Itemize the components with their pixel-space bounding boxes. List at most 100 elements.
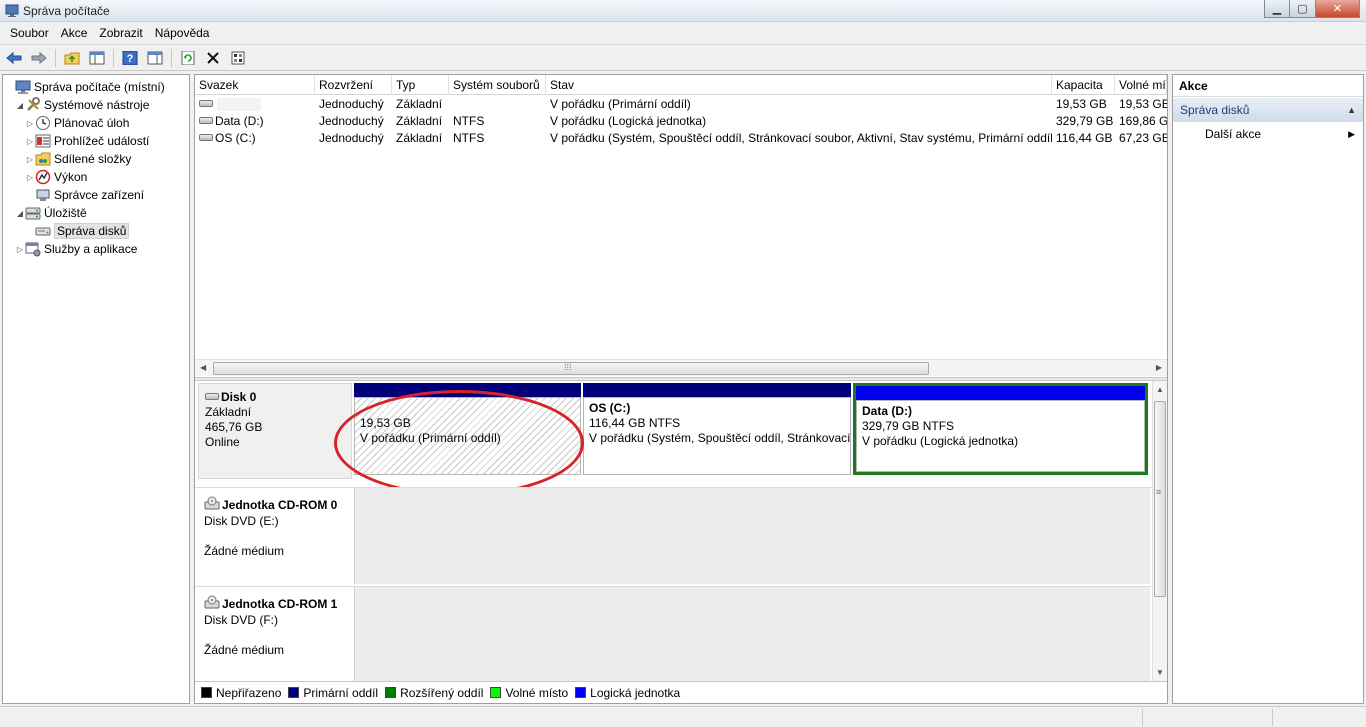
column-header-3[interactable]: Systém souborů [449,75,546,95]
partition-data-d[interactable]: Data (D:) 329,79 GB NTFS V pořádku (Logi… [853,383,1148,475]
volume-cell-text: Základní [396,97,443,111]
tree-item-7[interactable]: ◢ Úložiště [3,204,189,222]
volume-drive-icon [199,117,213,125]
column-header-5[interactable]: Kapacita [1052,75,1115,95]
volume-cell [449,96,546,113]
minimize-button[interactable]: ▁ [1264,0,1290,18]
collapse-up-icon[interactable]: ▲ [1347,98,1356,122]
toolbar: ? [0,44,1366,71]
expand-arrow-icon[interactable]: ▷ [25,137,35,146]
tools-icon [25,97,41,113]
back-button[interactable] [3,48,25,68]
partition-name: OS (C:) [589,401,631,415]
storage-icon [25,205,41,221]
legend-label: Logická jednotka [590,685,681,700]
tree-item-5[interactable]: ▷ Výkon [3,168,189,186]
column-header-0[interactable]: Svazek [195,75,315,95]
expand-arrow-icon[interactable]: ▷ [25,155,35,164]
disk-row-cdrom-1: Jednotka CD-ROM 1 Disk DVD (F:) Žádné mé… [195,586,1153,681]
expand-arrow-icon[interactable]: ▷ [15,245,25,254]
volume-row[interactable]: Jednoduchý Základní V pořádku (Primární od… [195,96,1167,113]
scroll-down-icon[interactable]: ▼ [1156,668,1164,677]
properties-button[interactable] [227,48,249,68]
partition-unnamed[interactable]: 19,53 GB V pořádku (Primární oddíl) [354,383,581,475]
column-header-2[interactable]: Typ [392,75,449,95]
delete-icon [207,51,219,64]
toolbar-separator [171,48,172,67]
tree-item-3[interactable]: ▷ Prohlížeč událostí [3,132,189,150]
volume-row[interactable]: OS (C:) Jednoduchý Základní NTFS V pořádku (… [195,130,1167,147]
show-hide-action-pane-button[interactable] [144,48,166,68]
show-hide-tree-icon [89,51,105,64]
primary-partition-bar [583,383,851,397]
tree-item-9[interactable]: ▷ Služby a aplikace [3,240,189,258]
title-bar: Správa počítače ▁ ▢ ✕ [0,0,1366,22]
collapse-arrow-icon[interactable]: ◢ [15,209,25,218]
column-header-6[interactable]: Volné mí [1115,75,1167,95]
menu-napoveda[interactable]: Nápověda [149,26,216,40]
actions-header: Akce [1173,75,1363,97]
tree-item-8[interactable]: Správa disků [3,222,189,240]
volume-drive-icon [199,134,213,142]
grip-icon: ≡ [1156,487,1162,497]
legend-label: Nepřiřazeno [216,685,282,700]
expand-arrow-icon[interactable]: ▷ [25,119,35,128]
column-header-4[interactable]: Stav [546,75,1052,95]
disk-map: Disk 0 Základní 465,76 GB Online 19,53 G… [195,381,1167,681]
menu-zobrazit[interactable]: Zobrazit [93,26,148,40]
scroll-up-icon[interactable]: ▲ [1156,385,1164,394]
horizontal-scrollbar[interactable]: ◀ ⁞⁞⁞ ▶ [195,359,1167,376]
services-icon [25,241,41,257]
cdrom-name: Jednotka CD-ROM 0 [222,497,338,512]
tree-item-2[interactable]: ▷ Plánovač úloh [3,114,189,132]
minimize-icon: ▁ [1272,3,1282,15]
partition-os-c[interactable]: OS (C:) 116,44 GB NTFS V pořádku (Systém… [583,383,851,475]
menu-akce[interactable]: Akce [55,26,94,40]
cd-drive-icon [204,496,220,514]
disk-0-partitions: 19,53 GB V pořádku (Primární oddíl) OS (… [354,383,1150,479]
volume-cell-text: 169,86 G [1119,114,1167,128]
tree-item-1[interactable]: ◢ Systémové nástroje [3,96,189,114]
volume-cell-text: Data (D:) [215,114,264,128]
delete-button[interactable] [202,48,224,68]
legend-item: Nepřiřazeno [201,686,281,700]
help-button[interactable]: ? [119,48,141,68]
forward-button[interactable] [28,48,50,68]
volume-cell-text: NTFS [453,114,485,128]
vertical-scroll-thumb[interactable]: ≡ [1154,401,1166,597]
volume-cell: V pořádku (Primární oddíl) [546,96,1052,113]
actions-section-disk-management[interactable]: Správa disků ▲ [1173,98,1363,122]
vertical-scrollbar[interactable]: ▲ ≡ ▼ [1152,381,1167,681]
status-divider [1272,709,1273,726]
maximize-icon: ▢ [1297,3,1308,15]
column-header-1[interactable]: Rozvržení [315,75,392,95]
menu-bar: Soubor Akce Zobrazit Nápověda [0,22,1366,43]
volume-drive-icon [199,100,213,108]
scroll-right-icon[interactable]: ▶ [1156,363,1162,372]
partition-name: Data (D:) [862,404,912,418]
tree-item-4[interactable]: ▷ Sdílené složky [3,150,189,168]
tree-item-label: Plánovač úloh [54,116,130,130]
refresh-button[interactable] [177,48,199,68]
show-hide-tree-button[interactable] [86,48,108,68]
cdrom-0-label[interactable]: Jednotka CD-ROM 0 Disk DVD (E:) Žádné mé… [198,490,352,584]
maximize-button[interactable]: ▢ [1290,0,1316,18]
menu-soubor[interactable]: Soubor [4,26,55,40]
up-one-level-button[interactable] [61,48,83,68]
collapse-arrow-icon[interactable]: ◢ [15,101,25,110]
tree-item-0[interactable]: Správa počítače (místní) [3,78,189,96]
horizontal-scroll-thumb[interactable]: ⁞⁞⁞ [213,362,929,375]
volume-cell-text: 116,44 GB [1056,131,1113,145]
tree-item-6[interactable]: Správce zařízení [3,186,189,204]
action-more-actions[interactable]: Další akce ▶ [1173,122,1363,146]
scroll-left-icon[interactable]: ◀ [200,363,206,372]
cdrom-1-label[interactable]: Jednotka CD-ROM 1 Disk DVD (F:) Žádné mé… [198,589,352,679]
expand-arrow-icon[interactable]: ▷ [25,173,35,182]
volume-row[interactable]: Data (D:) Jednoduchý Základní NTFS V pořádku… [195,113,1167,130]
close-button[interactable]: ✕ [1316,0,1360,18]
partition-status: V pořádku (Logická jednotka) [862,434,1019,448]
disk-row-cdrom-0: Jednotka CD-ROM 0 Disk DVD (E:) Žádné mé… [195,487,1153,586]
refresh-icon [181,50,195,65]
cdrom-0-area [354,488,1150,584]
disk-0-label[interactable]: Disk 0 Základní 465,76 GB Online [198,383,352,479]
